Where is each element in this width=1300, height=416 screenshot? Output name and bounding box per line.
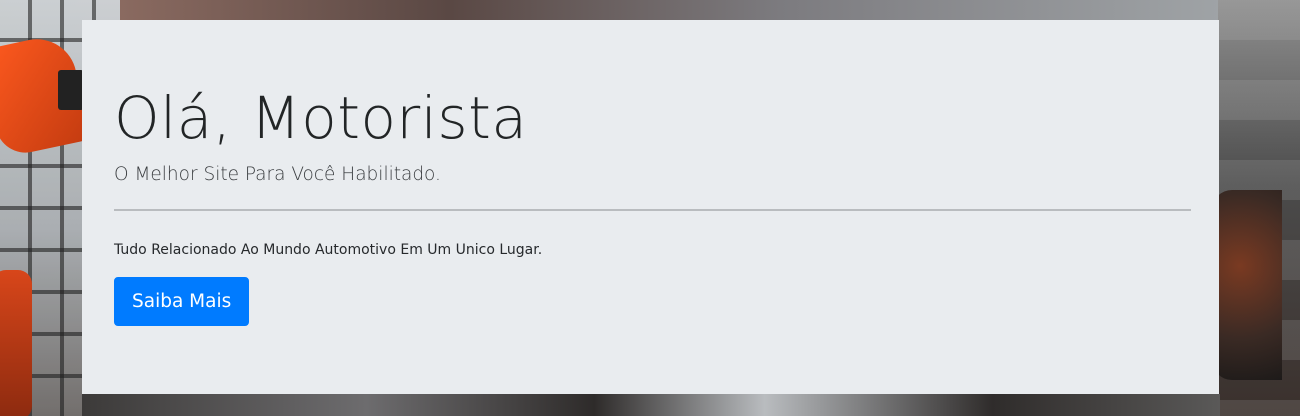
saiba-mais-button[interactable]: Saiba Mais (114, 277, 250, 326)
background-ceiling (120, 0, 1220, 22)
background-robot-label (58, 70, 84, 110)
background-machine (1212, 190, 1282, 380)
background-robot-base (0, 270, 32, 416)
hero-title: Olá, Motorista (114, 84, 528, 152)
hero-description: Tudo Relacionado Ao Mundo Automotivo Em … (114, 242, 543, 258)
background-floor (82, 394, 1220, 416)
hero-panel: Olá, Motorista O Melhor Site Para Você H… (82, 20, 1219, 394)
hero-subtitle: O Melhor Site Para Você Habilitado. (114, 164, 441, 185)
hero-divider (114, 209, 1191, 211)
